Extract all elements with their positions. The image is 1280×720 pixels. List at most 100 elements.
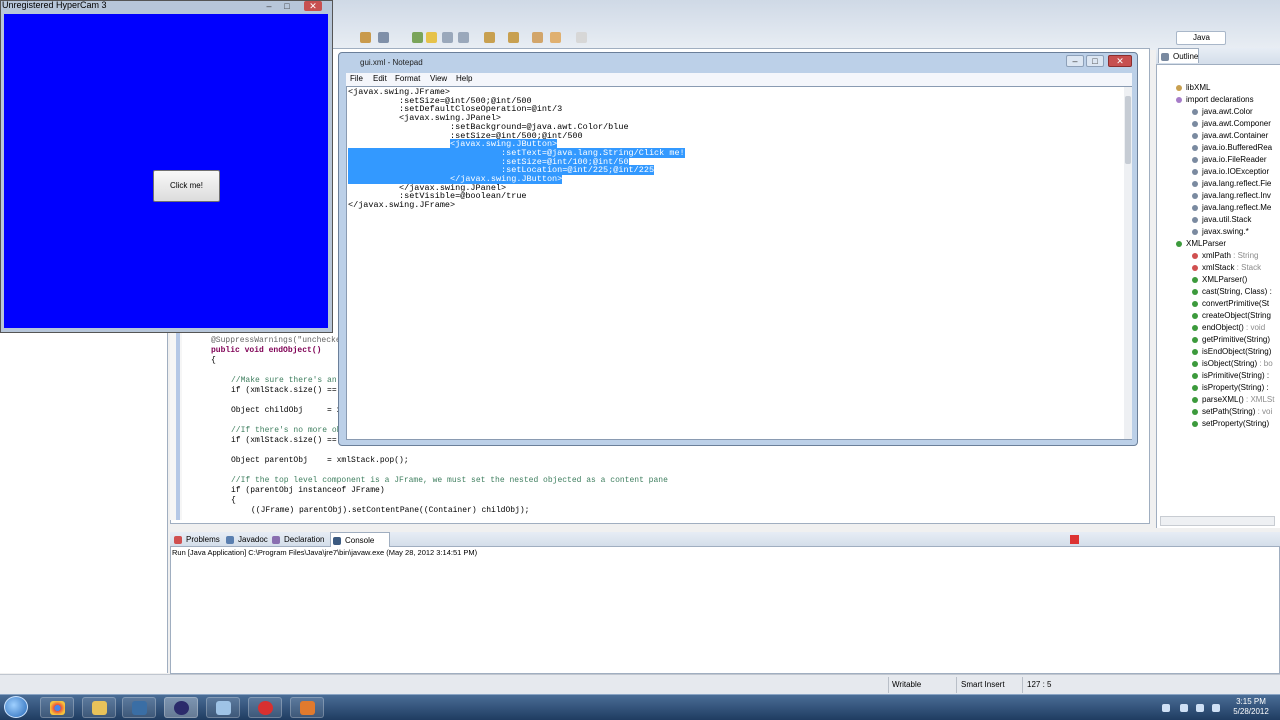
- menu-edit[interactable]: Edit: [373, 74, 387, 83]
- outline-item[interactable]: convertPrimitive(St: [1176, 298, 1280, 310]
- outline-item[interactable]: java.awt.Color: [1176, 106, 1280, 118]
- notepad-maximize-button[interactable]: □: [1086, 55, 1104, 67]
- notepad-minimize-button[interactable]: –: [1066, 55, 1084, 67]
- taskbar-eclipse[interactable]: [164, 697, 198, 718]
- outline-item[interactable]: java.io.BufferedRea: [1176, 142, 1280, 154]
- outline-item[interactable]: java.awt.Componer: [1176, 118, 1280, 130]
- toolbar-show-whitespace-icon[interactable]: [458, 32, 469, 43]
- outline-item[interactable]: getPrimitive(String): [1176, 334, 1280, 346]
- hypercam-title: Unregistered HyperCam 3: [2, 0, 107, 10]
- outline-item[interactable]: xmlPath : String: [1176, 250, 1280, 262]
- outline-item[interactable]: java.lang.reflect.Inv: [1176, 190, 1280, 202]
- terminate-icon[interactable]: [1070, 535, 1079, 544]
- menu-view[interactable]: View: [430, 74, 447, 83]
- toolbar-forward-icon[interactable]: [576, 32, 587, 43]
- tray-volume-icon[interactable]: [1212, 704, 1220, 712]
- outline-item-label: import declarations: [1186, 95, 1254, 104]
- outline-item[interactable]: isObject(String) : bo: [1176, 358, 1280, 370]
- outline-item-icon: [1176, 240, 1182, 247]
- toolbar-next-annotation-icon[interactable]: [484, 32, 495, 43]
- tab-declaration[interactable]: Declaration: [270, 532, 324, 547]
- taskbar-chrome[interactable]: [40, 697, 74, 718]
- toolbar-back-icon[interactable]: [550, 32, 561, 43]
- toolbar-open-type-icon[interactable]: [360, 32, 371, 43]
- start-button[interactable]: [4, 696, 28, 718]
- tray-network-icon[interactable]: [1180, 704, 1188, 712]
- outline-item[interactable]: java.lang.reflect.Me: [1176, 202, 1280, 214]
- perspective-java-button[interactable]: Java: [1176, 31, 1226, 45]
- toolbar-run-icon[interactable]: [412, 32, 423, 43]
- outline-item-icon: [1192, 216, 1198, 223]
- outline-item[interactable]: java.awt.Container: [1176, 130, 1280, 142]
- outline-item-label: isProperty(String) :: [1202, 383, 1269, 392]
- tray-arrow-icon[interactable]: [1162, 704, 1170, 712]
- outline-item[interactable]: xmlStack : Stack: [1176, 262, 1280, 274]
- editor-comment-3: //If the top level component is a JFrame…: [231, 476, 668, 485]
- taskbar-explorer[interactable]: [82, 697, 116, 718]
- notepad-scroll-thumb[interactable]: [1125, 96, 1131, 164]
- outline-item-type: : XMLSt: [1243, 395, 1275, 404]
- outline-item-label: java.util.Stack: [1202, 215, 1252, 224]
- editor-annotation: @SuppressWarnings("unchecked: [211, 336, 346, 345]
- outline-item[interactable]: java.lang.reflect.Fie: [1176, 178, 1280, 190]
- outline-item[interactable]: isEndObject(String): [1176, 346, 1280, 358]
- taskbar-hypercam[interactable]: [248, 697, 282, 718]
- toolbar-last-edit-icon[interactable]: [532, 32, 543, 43]
- outline-item[interactable]: java.io.FileReader: [1176, 154, 1280, 166]
- outline-item[interactable]: XMLParser(): [1176, 274, 1280, 286]
- editor-comment-2: //If there's no more obj: [231, 426, 347, 435]
- taskbar-clock[interactable]: 3:15 PM 5/28/2012: [1226, 697, 1276, 717]
- toolbar-annotation-icon[interactable]: [426, 32, 437, 43]
- toolbar-toggle-icon[interactable]: [442, 32, 453, 43]
- outline-item-icon: [1192, 276, 1198, 283]
- hypercam-close-button[interactable]: ✕: [304, 1, 322, 11]
- outline-item[interactable]: createObject(String: [1176, 310, 1280, 322]
- perspective-label: Java: [1193, 33, 1210, 42]
- notepad-close-button[interactable]: ✕: [1108, 55, 1132, 67]
- outline-item[interactable]: cast(String, Class) :: [1176, 286, 1280, 298]
- outline-item[interactable]: isPrimitive(String) :: [1176, 370, 1280, 382]
- status-writable: Writable: [892, 680, 922, 689]
- outline-item[interactable]: import declarations: [1176, 94, 1280, 106]
- outline-item[interactable]: javax.swing.*: [1176, 226, 1280, 238]
- tab-console-label: Console: [345, 536, 375, 545]
- outline-icon: [1161, 53, 1169, 61]
- hypercam-minimize-button[interactable]: –: [262, 1, 276, 11]
- menu-help[interactable]: Help: [456, 74, 472, 83]
- menu-format[interactable]: Format: [395, 74, 420, 83]
- outline-item[interactable]: setPath(String) : voi: [1176, 406, 1280, 418]
- outline-item[interactable]: java.io.IOExceptior: [1176, 166, 1280, 178]
- outline-item[interactable]: endObject() : void: [1176, 322, 1280, 334]
- taskbar-media[interactable]: [122, 697, 156, 718]
- outline-item-label: setPath(String): [1202, 407, 1256, 416]
- outline-item-icon: [1192, 180, 1198, 187]
- eclipse-icon: [174, 701, 189, 715]
- menu-file[interactable]: File: [350, 74, 363, 83]
- outline-item-label: xmlPath: [1202, 251, 1231, 260]
- chrome-icon: [50, 701, 65, 715]
- toolbar-search-icon[interactable]: [378, 32, 389, 43]
- tab-console[interactable]: Console: [330, 532, 390, 547]
- tab-outline[interactable]: Outline: [1158, 48, 1200, 63]
- outline-item-label: cast(String, Class) :: [1202, 287, 1272, 296]
- outline-item[interactable]: isProperty(String) :: [1176, 382, 1280, 394]
- outline-item[interactable]: setProperty(String): [1176, 418, 1280, 430]
- editor-if-1: if (xmlStack.size() == 0: [231, 386, 347, 395]
- editor-open-brace-2: {: [231, 496, 236, 505]
- tab-problems[interactable]: Problems: [172, 532, 220, 547]
- tray-battery-icon[interactable]: [1196, 704, 1204, 712]
- outline-item[interactable]: java.util.Stack: [1176, 214, 1280, 226]
- outline-item-label: getPrimitive(String): [1202, 335, 1271, 344]
- outline-horizontal-scrollbar[interactable]: [1160, 516, 1275, 526]
- taskbar-java[interactable]: [290, 697, 324, 718]
- tab-javadoc[interactable]: Javadoc: [224, 532, 268, 547]
- outline-item-label: xmlStack: [1202, 263, 1235, 272]
- hypercam-maximize-button[interactable]: □: [280, 1, 294, 11]
- outline-item[interactable]: XMLParser: [1176, 238, 1280, 250]
- toolbar-prev-annotation-icon[interactable]: [508, 32, 519, 43]
- outline-item[interactable]: libXML: [1176, 82, 1280, 94]
- outline-item-label: java.lang.reflect.Me: [1202, 203, 1272, 212]
- outline-item[interactable]: parseXML() : XMLSt: [1176, 394, 1280, 406]
- taskbar-notepad[interactable]: [206, 697, 240, 718]
- click-me-button[interactable]: Click me!: [153, 170, 220, 202]
